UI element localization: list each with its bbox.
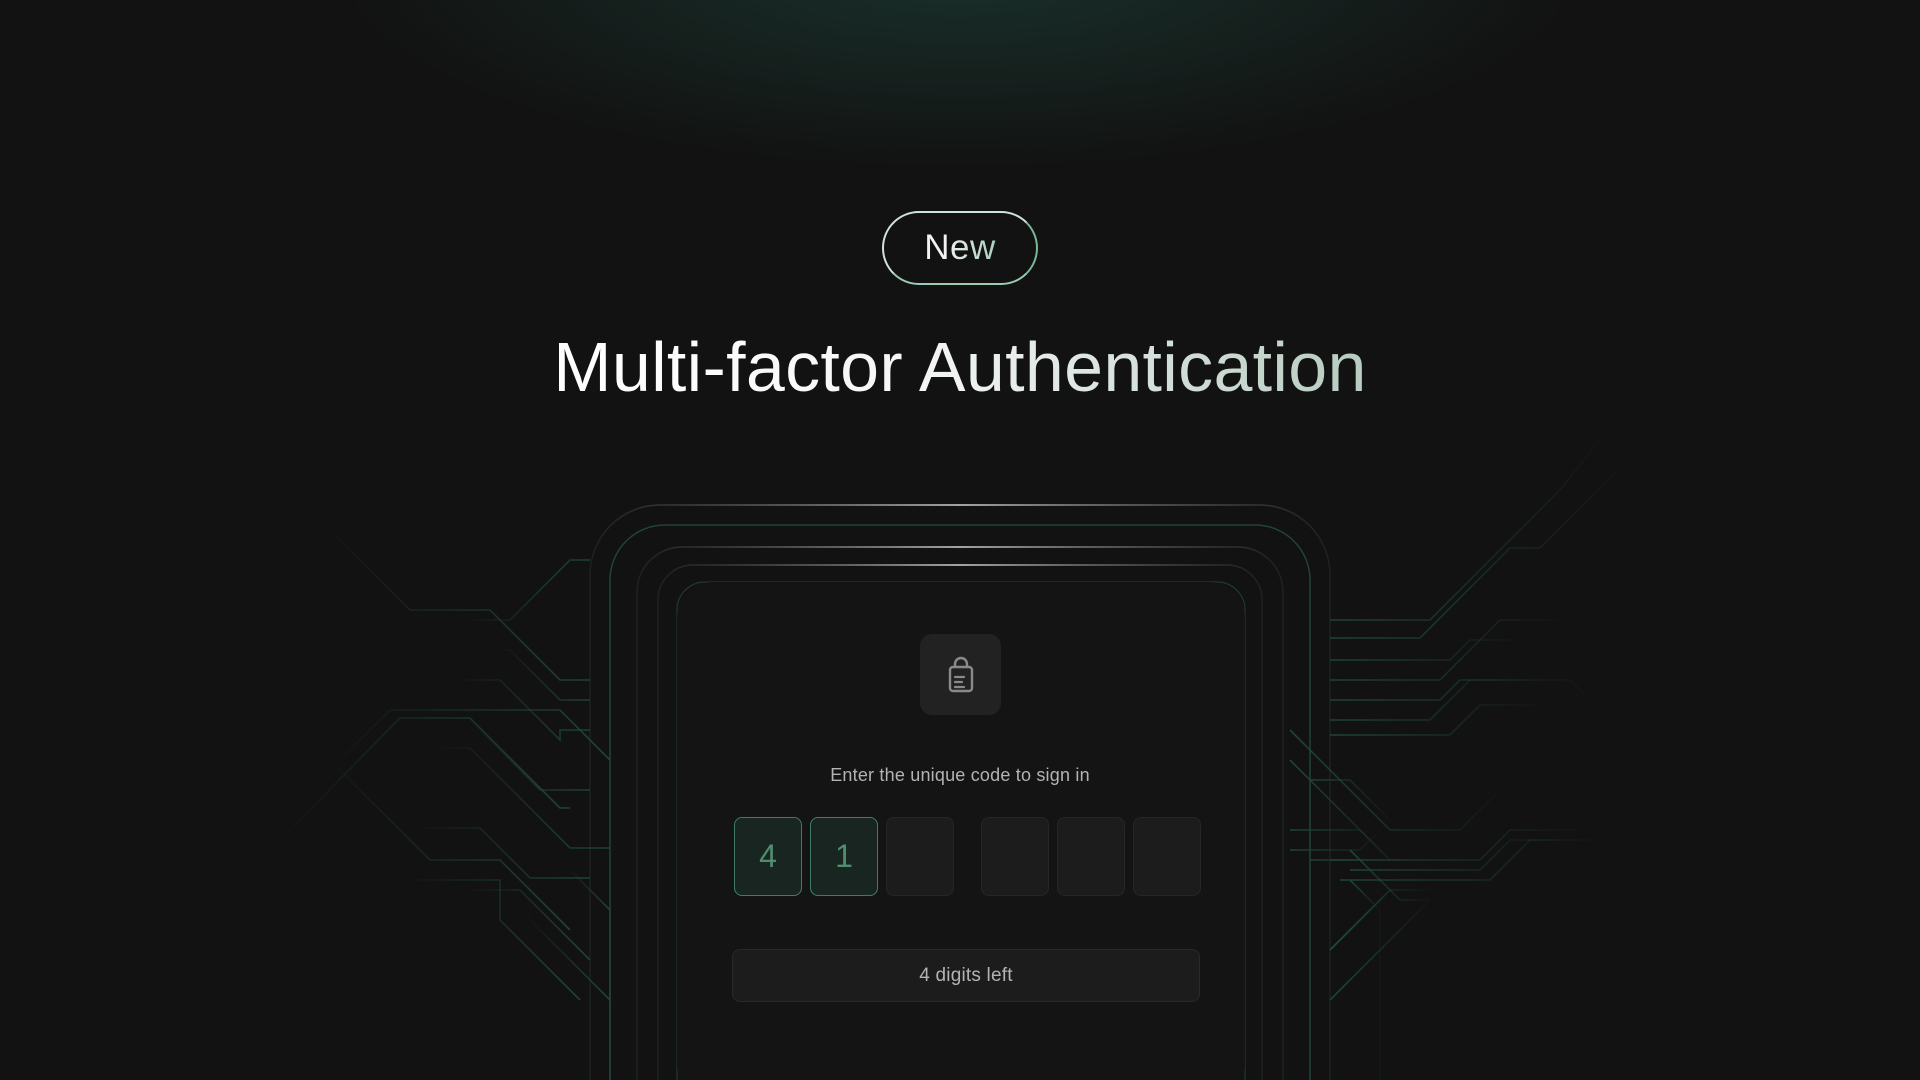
page-title: Multi-factor Authentication (0, 322, 1920, 412)
digits-left-button[interactable]: 4 digits left (732, 949, 1200, 1002)
lock-icon-tile (920, 634, 1001, 715)
mfa-page: New Multi-factor Authentication Enter th… (0, 0, 1920, 1080)
code-digit-1[interactable]: 4 (734, 817, 802, 896)
code-digit-3[interactable] (886, 817, 954, 896)
code-digit-4[interactable] (981, 817, 1049, 896)
code-digit-5[interactable] (1057, 817, 1125, 896)
page-title-text: Multi-factor Authentication (553, 328, 1367, 406)
code-digit-2[interactable]: 1 (810, 817, 878, 896)
circuit-traces-right (1289, 439, 1621, 1080)
new-badge: New (882, 211, 1038, 285)
code-prompt: Enter the unique code to sign in (830, 765, 1090, 785)
code-digit-6[interactable] (1133, 817, 1201, 896)
circuit-traces-left (289, 529, 611, 1080)
lock-document-icon (948, 656, 973, 692)
